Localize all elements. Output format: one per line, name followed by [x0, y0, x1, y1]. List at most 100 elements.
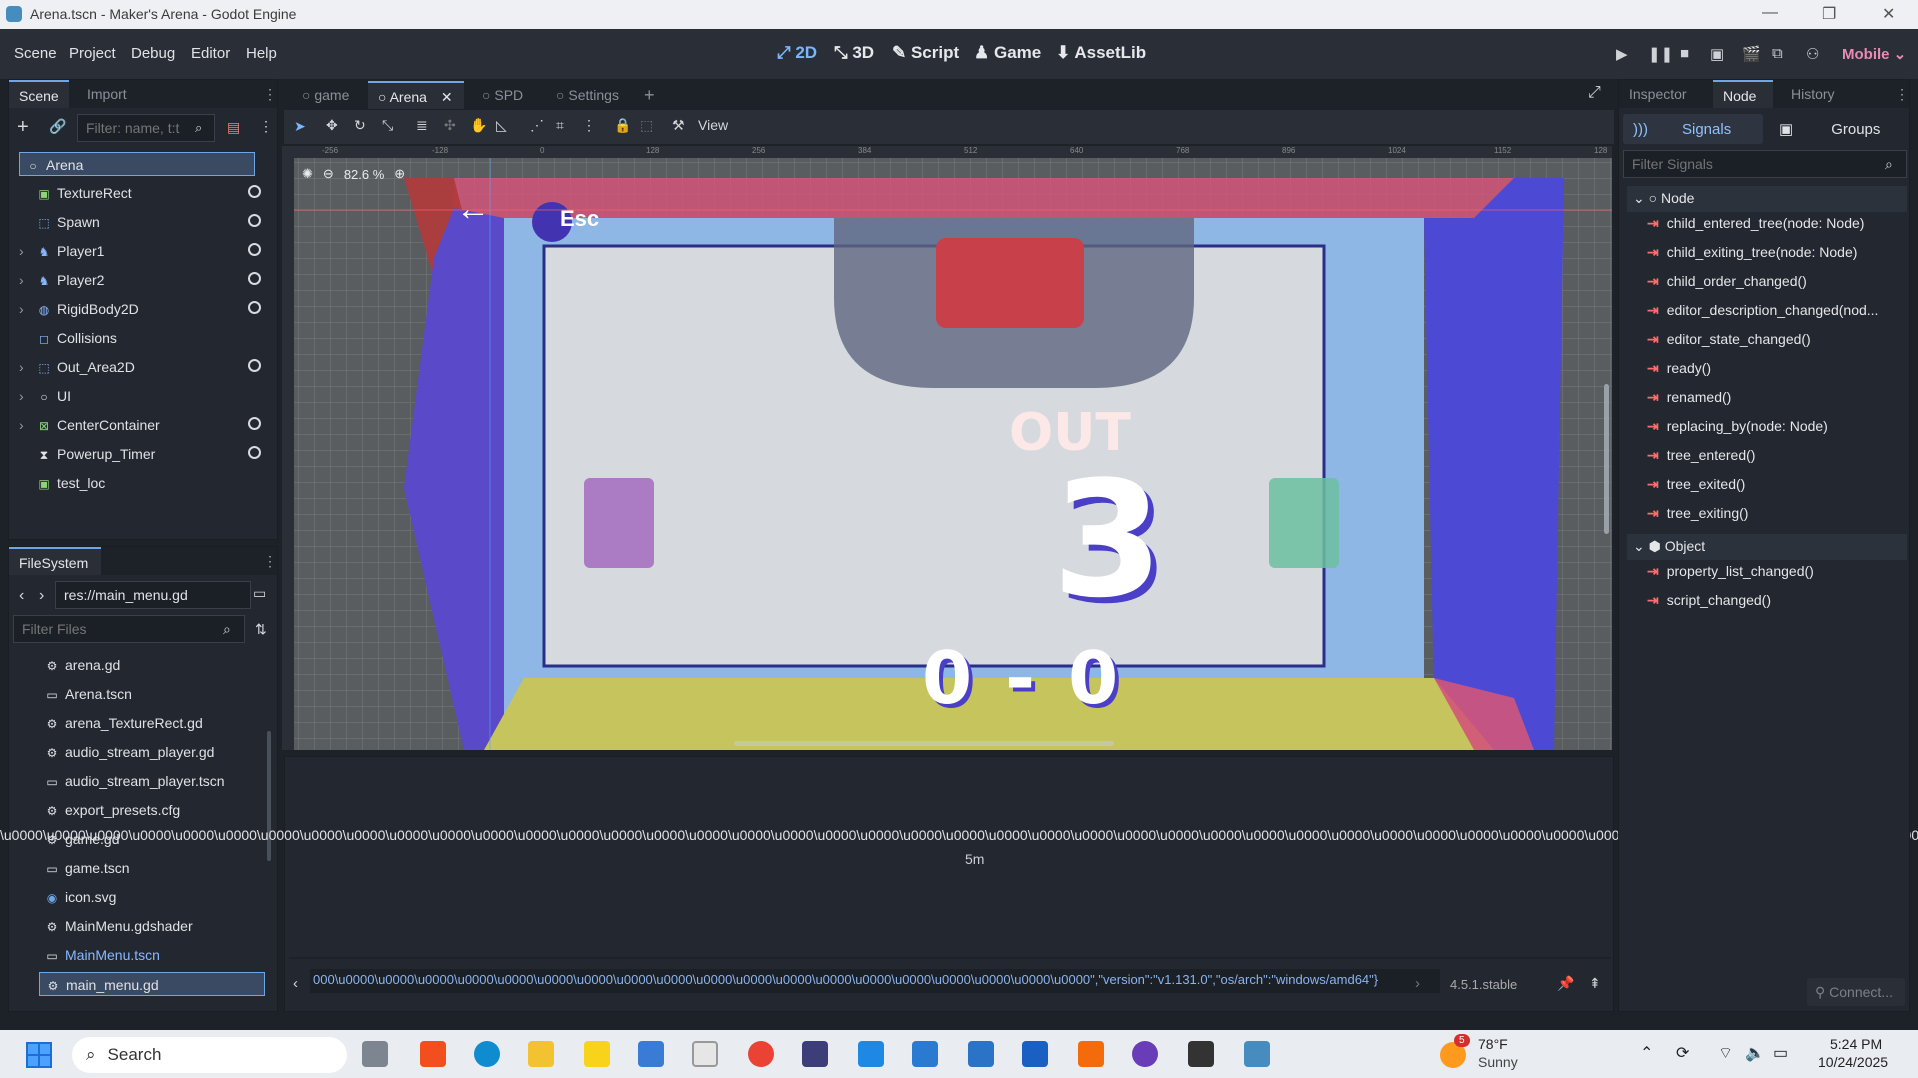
file-item[interactable]: ⚙ MainMenu.gdshader: [39, 914, 265, 938]
tree-node-texturerect[interactable]: ▣ TextureRect: [31, 181, 271, 205]
sync-icon[interactable]: ⟳: [1676, 1043, 1689, 1063]
figma-icon[interactable]: [420, 1041, 446, 1067]
rotate-tool-icon[interactable]: ↻: [354, 117, 366, 134]
zoom-in-icon[interactable]: ⊕: [394, 166, 405, 182]
renderer-select[interactable]: Mobile ⌄: [1842, 45, 1906, 63]
bone-icon[interactable]: ⚒: [672, 117, 685, 134]
center-view-icon[interactable]: ✺: [302, 166, 313, 182]
file-item[interactable]: ▭ game.tscn: [39, 856, 265, 880]
dock-menu-icon[interactable]: ⋮: [263, 553, 277, 570]
tab-game[interactable]: ○ game: [292, 81, 359, 109]
play-custom-icon[interactable]: ⧉: [1772, 45, 1783, 62]
scale-tool-icon[interactable]: ⤡: [382, 117, 393, 134]
file-explorer-icon[interactable]: [528, 1041, 554, 1067]
workspace-2d-button[interactable]: ⤢ 2D: [777, 43, 817, 63]
signal-group-header[interactable]: ⌄ ○ Node: [1627, 186, 1907, 212]
visibility-icon[interactable]: [248, 243, 261, 256]
pin-icon[interactable]: 📌: [1557, 975, 1574, 992]
vscode-icon[interactable]: [912, 1041, 938, 1067]
group-toggle-icon[interactable]: ⌄ ⬢: [1633, 538, 1665, 554]
visibility-icon[interactable]: [248, 446, 261, 459]
file-item[interactable]: ◉ icon.svg: [39, 885, 265, 909]
edge-icon[interactable]: [474, 1041, 500, 1067]
script-attach-icon[interactable]: ▤: [227, 119, 240, 136]
tree-node-rigidbody2d[interactable]: › ◍ RigidBody2D: [19, 297, 271, 321]
godot-taskbar-icon[interactable]: [1244, 1041, 1270, 1067]
dock-menu-icon[interactable]: ⋮: [1895, 86, 1909, 103]
ruler-tool-icon[interactable]: ◺: [496, 117, 507, 134]
expand-arrow-icon[interactable]: ›: [19, 301, 24, 317]
battery-icon[interactable]: ▭: [1773, 1043, 1788, 1063]
expand-arrow-icon[interactable]: ›: [19, 243, 24, 259]
distraction-free-icon[interactable]: ⤢: [1588, 84, 1601, 102]
smart-snap-icon[interactable]: ⋰: [530, 117, 544, 134]
tab-arena[interactable]: ○ Arena ✕: [368, 81, 464, 109]
signal-item[interactable]: ⇥ editor_description_changed(nod...: [1647, 302, 1909, 319]
signal-item[interactable]: ⇥ child_entered_tree(node: Node): [1647, 215, 1909, 232]
volume-icon[interactable]: 🔈: [1745, 1043, 1765, 1063]
play-scene-icon[interactable]: 🎬: [1742, 45, 1761, 63]
expand-arrow-icon[interactable]: ›: [19, 388, 24, 404]
file-item[interactable]: ⚙ arena_TextureRect.gd: [39, 711, 265, 735]
file-item[interactable]: ▭ Arena.tscn: [39, 682, 265, 706]
fl-studio-icon[interactable]: [1078, 1041, 1104, 1067]
signals-subtab[interactable]: ))) Signals: [1623, 114, 1763, 144]
play-icon[interactable]: ▶: [1616, 45, 1628, 63]
viewport-v-scrollbar[interactable]: [1604, 384, 1609, 534]
file-item[interactable]: ⚙ main_menu.gd: [39, 972, 265, 996]
tab-import[interactable]: Import: [77, 80, 137, 108]
snap-options-icon[interactable]: ⋮: [582, 117, 596, 134]
layout-toggle-icon[interactable]: ▭: [253, 585, 266, 602]
signal-item[interactable]: ⇥ tree_exiting(): [1647, 505, 1909, 522]
signal-item[interactable]: ⇥ child_exiting_tree(node: Node): [1647, 244, 1909, 261]
connect-button[interactable]: ⚲ Connect...: [1807, 978, 1905, 1006]
dock-menu-icon[interactable]: ⋮: [263, 86, 277, 103]
remote-debug-icon[interactable]: ▣: [1710, 45, 1724, 63]
tree-node-spawn[interactable]: ⬚ Spawn: [31, 210, 271, 234]
tree-node-player2[interactable]: › ♞ Player2: [19, 268, 271, 292]
signal-item[interactable]: ⇥ child_order_changed(): [1647, 273, 1909, 290]
signals-filter-input[interactable]: [1623, 150, 1907, 178]
clock-date[interactable]: 10/24/2025: [1818, 1054, 1888, 1070]
signal-item[interactable]: ⇥ renamed(): [1647, 389, 1909, 406]
expand-arrow-icon[interactable]: ›: [19, 359, 24, 375]
workspace-game-button[interactable]: ♟ Game: [974, 43, 1041, 63]
groups-subtab[interactable]: ▣ Groups: [1771, 114, 1907, 144]
view-menu-button[interactable]: View: [698, 117, 728, 133]
tab-history[interactable]: History: [1781, 80, 1845, 108]
menu-help[interactable]: Help: [246, 45, 277, 62]
expand-arrow-icon[interactable]: ›: [19, 272, 24, 288]
grid-snap-icon[interactable]: ⌗: [556, 117, 564, 134]
sort-icon[interactable]: ⇅: [255, 621, 267, 638]
tree-node-centercontainer[interactable]: › ⊠ CenterContainer: [19, 413, 271, 437]
notepad-icon[interactable]: [858, 1041, 884, 1067]
visibility-icon[interactable]: [248, 214, 261, 227]
tab-scene[interactable]: Scene: [9, 80, 69, 108]
visibility-icon[interactable]: [248, 185, 261, 198]
start-icon[interactable]: [26, 1042, 52, 1068]
taskbar-search[interactable]: ⌕ Search: [72, 1037, 347, 1073]
visibility-icon[interactable]: [248, 301, 261, 314]
minimize-icon[interactable]: —: [1762, 4, 1778, 22]
menu-editor[interactable]: Editor: [191, 45, 230, 62]
ki-app-icon[interactable]: [1022, 1041, 1048, 1067]
move-tool-icon[interactable]: ✥: [326, 117, 338, 134]
scroll-right-icon[interactable]: ›: [1415, 975, 1420, 992]
tab-settings[interactable]: ○ Settings: [546, 81, 629, 109]
signal-item[interactable]: ⇥ editor_state_changed(): [1647, 331, 1909, 348]
back-icon[interactable]: ‹: [19, 587, 24, 605]
tree-node-player1[interactable]: › ♞ Player1: [19, 239, 271, 263]
sticky-notes-icon[interactable]: [584, 1041, 610, 1067]
snipping-tool-icon[interactable]: [802, 1041, 828, 1067]
chrome-icon[interactable]: [748, 1041, 774, 1067]
signal-group-header[interactable]: ⌄ ⬢ Object: [1627, 534, 1907, 560]
signal-item[interactable]: ⇥ replacing_by(node: Node): [1647, 418, 1909, 435]
tab-inspector[interactable]: Inspector: [1619, 80, 1697, 108]
task-view-icon[interactable]: [362, 1041, 388, 1067]
scene-menu-icon[interactable]: ⋮: [259, 118, 273, 135]
file-item[interactable]: ▭ audio_stream_player.tscn: [39, 769, 265, 793]
stop-icon[interactable]: ■: [1680, 45, 1689, 62]
pen-app-icon[interactable]: [1188, 1041, 1214, 1067]
tray-chevron-icon[interactable]: ⌃: [1640, 1043, 1653, 1063]
workspace-assetlib-button[interactable]: ⬇ AssetLib: [1056, 43, 1146, 63]
